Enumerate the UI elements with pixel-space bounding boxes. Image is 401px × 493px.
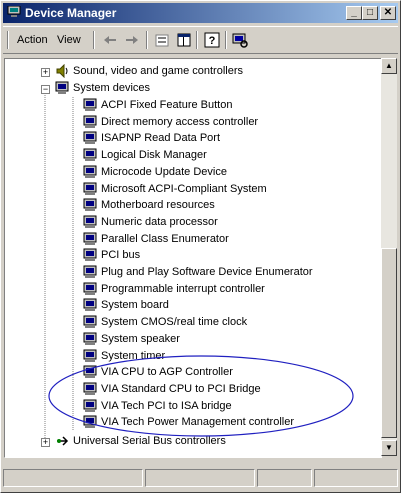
close-button[interactable]: ✕: [380, 6, 396, 20]
usb-icon: [57, 436, 69, 446]
device-chip-icon: [83, 382, 97, 395]
device-chip-icon: [83, 315, 97, 329]
device-chip-icon: [83, 365, 97, 379]
toolbar-separator: [93, 31, 95, 49]
forward-arrow-icon[interactable]: [123, 31, 141, 49]
window-title: Device Manager: [25, 6, 117, 20]
toolbar-separator: [196, 31, 198, 49]
device-chip-icon: [83, 349, 97, 362]
device-chip-icon: [83, 282, 97, 295]
minimize-button[interactable]: _: [346, 6, 362, 20]
device-manager-window: Device Manager _ □ ✕ Action View ? + Sou…: [0, 0, 401, 493]
device-chip-icon: [83, 215, 97, 228]
tree-view-icon[interactable]: [175, 31, 193, 49]
status-pane-1: [3, 469, 143, 487]
expand-usb-toggle[interactable]: +: [41, 438, 50, 447]
device-chip-icon: [83, 115, 97, 128]
status-pane-4: [314, 469, 398, 487]
device-chip-icon: [83, 98, 97, 111]
toolbar-separator: [146, 31, 148, 49]
status-pane-2: [145, 469, 255, 487]
device-chip-icon: [83, 198, 97, 212]
scan-hardware-icon[interactable]: [231, 31, 249, 49]
device-chip-icon: [83, 182, 97, 195]
toolbar-separator: [225, 31, 227, 49]
device-chip-icon: [83, 131, 97, 145]
menu-toolbar: Action View ?: [3, 26, 398, 54]
status-bar: [3, 467, 398, 489]
view-menu[interactable]: View: [57, 34, 81, 46]
device-chip-icon: [83, 332, 97, 345]
collapse-system-toggle[interactable]: −: [41, 85, 50, 94]
back-arrow-icon[interactable]: [101, 31, 119, 49]
expand-sound-toggle[interactable]: +: [41, 68, 50, 77]
device-chip-icon: [83, 265, 97, 278]
device-chip-icon: [83, 399, 97, 412]
computer-icon: [55, 81, 69, 94]
device-chip-icon: [83, 248, 97, 262]
device-chip-icon: [83, 298, 97, 312]
device-chip-icon: [83, 232, 97, 245]
title-bar[interactable]: Device Manager _ □ ✕: [3, 3, 398, 23]
scroll-up-button[interactable]: ▲: [381, 58, 397, 74]
action-menu[interactable]: Action: [17, 34, 48, 46]
help-icon[interactable]: ?: [203, 31, 221, 49]
properties-icon[interactable]: [153, 31, 171, 49]
device-tree[interactable]: + Sound, video and game controllers − Sy…: [4, 58, 382, 458]
computer-icon: [7, 6, 21, 17]
scroll-down-button[interactable]: ▼: [381, 440, 397, 456]
device-chip-icon: [83, 148, 97, 162]
toolbar-grip: [7, 31, 9, 49]
maximize-button[interactable]: □: [362, 6, 378, 20]
speaker-icon: [56, 64, 68, 78]
device-chip-icon: [83, 415, 97, 429]
device-chip-icon: [83, 165, 97, 178]
svg-text:?: ?: [209, 35, 216, 47]
status-pane-3: [257, 469, 312, 487]
scroll-thumb[interactable]: [381, 248, 397, 438]
vertical-scrollbar[interactable]: ▲ ▼: [381, 58, 397, 456]
